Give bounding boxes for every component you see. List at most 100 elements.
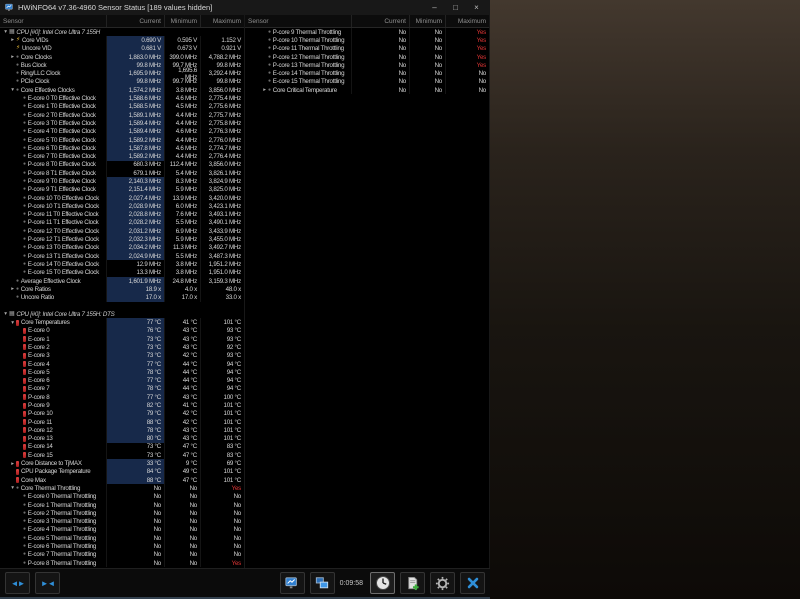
sensor-row[interactable]: ●E-core 14 T0 Effective Clock12.9 MHz3.8… bbox=[0, 260, 244, 268]
sensor-row[interactable]: ▸Core Distance to TjMAX33 °C9 °C69 °C bbox=[0, 459, 244, 467]
sensor-row[interactable]: ●E-core 15 T0 Effective Clock13.3 MHz3.8… bbox=[0, 269, 244, 277]
sensor-row[interactable]: ●P-core 11 Thermal ThrottlingNoNoYes bbox=[245, 45, 489, 53]
sensor-row[interactable]: ●P-core 8 T1 Effective Clock679.1 MHz5.4… bbox=[0, 169, 244, 177]
sensor-row[interactable]: ●P-core 12 Thermal ThrottlingNoNoYes bbox=[245, 53, 489, 61]
close-sensors-button[interactable] bbox=[460, 572, 485, 594]
sensor-row[interactable]: ▾●Core Thermal ThrottlingNoNoYes bbox=[0, 484, 244, 492]
sensor-row[interactable]: E-core 1473 °C47 °C83 °C bbox=[0, 443, 244, 451]
collapse-columns-button[interactable]: ►◄ bbox=[35, 572, 60, 594]
show-main-window-button[interactable] bbox=[280, 572, 305, 594]
chevron-down-icon[interactable]: ▾ bbox=[2, 310, 9, 318]
chevron-right-icon[interactable]: ▸ bbox=[9, 460, 16, 468]
settings-button[interactable] bbox=[430, 572, 455, 594]
logging-clock-button[interactable] bbox=[370, 572, 395, 594]
sensor-row[interactable]: ●E-core 5 T0 Effective Clock1,589.2 MHz4… bbox=[0, 136, 244, 144]
sensor-row[interactable]: ●E-core 3 T0 Effective Clock1,589.4 MHz4… bbox=[0, 119, 244, 127]
column-header-current[interactable]: Current bbox=[351, 15, 409, 27]
sensor-row[interactable]: ▾●Core Effective Clocks1,574.2 MHz3.8 MH… bbox=[0, 86, 244, 94]
sensor-row[interactable]: ●P-core 10 T0 Effective Clock2,027.4 MHz… bbox=[0, 194, 244, 202]
sensor-row[interactable]: ●P-core 10 T1 Effective Clock2,028.9 MHz… bbox=[0, 202, 244, 210]
sensor-row[interactable]: ●E-core 3 Thermal ThrottlingNoNoNo bbox=[0, 518, 244, 526]
minimize-icon[interactable]: – bbox=[426, 1, 443, 15]
column-header-maximum[interactable]: Maximum bbox=[445, 15, 489, 27]
sensor-row[interactable]: E-core 578 °C44 °C94 °C bbox=[0, 368, 244, 376]
expand-columns-button[interactable]: ◄► bbox=[5, 572, 30, 594]
sensor-row[interactable]: ●P-core 8 T0 Effective Clock680.3 MHz112… bbox=[0, 161, 244, 169]
sensor-row[interactable]: ●Bus Clock99.8 MHz99.7 MHz99.8 MHz bbox=[0, 61, 244, 69]
column-header-current[interactable]: Current bbox=[106, 15, 164, 27]
sensor-row[interactable]: ●E-core 1 Thermal ThrottlingNoNoNo bbox=[0, 501, 244, 509]
sensor-row[interactable]: ⚡Uncore VID0.681 V0.673 V0.921 V bbox=[0, 45, 244, 53]
column-header-minimum[interactable]: Minimum bbox=[164, 15, 200, 27]
sensor-row[interactable]: CPU Package Temperature84 °C49 °C101 °C bbox=[0, 468, 244, 476]
sensor-row[interactable]: E-core 1573 °C47 °C83 °C bbox=[0, 451, 244, 459]
sensor-row[interactable]: E-core 173 °C43 °C93 °C bbox=[0, 335, 244, 343]
column-header-sensor[interactable]: Sensor bbox=[0, 15, 106, 27]
sensor-row[interactable]: ●E-core 2 Thermal ThrottlingNoNoNo bbox=[0, 509, 244, 517]
sensor-row[interactable]: ●Ring/LLC Clock1,695.9 MHz1,695.6 MHz3,2… bbox=[0, 69, 244, 77]
sensor-row[interactable]: ▸⚡Core VIDs0.690 V0.595 V1.152 V bbox=[0, 36, 244, 44]
close-icon[interactable]: × bbox=[468, 1, 485, 15]
sensor-row[interactable]: ●P-core 13 Thermal ThrottlingNoNoYes bbox=[245, 61, 489, 69]
sensor-row[interactable]: ▸●Core Ratios18.9 x4.0 x48.0 x bbox=[0, 285, 244, 293]
sensor-row[interactable]: ●E-core 4 T0 Effective Clock1,589.4 MHz4… bbox=[0, 128, 244, 136]
column-header-minimum[interactable]: Minimum bbox=[409, 15, 445, 27]
sensor-row[interactable]: ▾Core Temperatures77 °C41 °C101 °C bbox=[0, 318, 244, 326]
sensor-row[interactable]: ●P-core 13 T1 Effective Clock2,024.9 MHz… bbox=[0, 252, 244, 260]
sensor-row[interactable]: Core Max88 °C47 °C101 °C bbox=[0, 476, 244, 484]
sensor-row[interactable]: ●E-core 7 T0 Effective Clock1,589.2 MHz4… bbox=[0, 152, 244, 160]
sensor-row[interactable]: ●P-core 9 Thermal ThrottlingNoNoYes bbox=[245, 28, 489, 36]
sensor-row[interactable]: ●P-core 9 T0 Effective Clock2,140.3 MHz8… bbox=[0, 177, 244, 185]
sensor-row[interactable]: P-core 1079 °C42 °C101 °C bbox=[0, 410, 244, 418]
chevron-right-icon[interactable]: ▸ bbox=[9, 285, 16, 293]
sensor-row[interactable]: ●E-core 4 Thermal ThrottlingNoNoNo bbox=[0, 526, 244, 534]
sensor-row[interactable]: ●E-core 15 Thermal ThrottlingNoNoNo bbox=[245, 78, 489, 86]
chevron-down-icon[interactable]: ▾ bbox=[9, 86, 16, 94]
sensor-row[interactable]: ●E-core 5 Thermal ThrottlingNoNoNo bbox=[0, 534, 244, 542]
sensor-group-header[interactable]: ▾▦CPU [#0]: Intel Core Ultra 7 155H bbox=[0, 28, 244, 36]
sensor-row[interactable]: ▸●Core Clocks1,883.0 MHz399.0 MHz4,788.2… bbox=[0, 53, 244, 61]
sensor-row[interactable]: ●P-core 10 Thermal ThrottlingNoNoYes bbox=[245, 36, 489, 44]
sensor-row[interactable]: ●P-core 13 T0 Effective Clock2,034.2 MHz… bbox=[0, 244, 244, 252]
sensor-row[interactable]: P-core 1278 °C43 °C101 °C bbox=[0, 426, 244, 434]
sensor-row[interactable]: E-core 677 °C44 °C94 °C bbox=[0, 376, 244, 384]
sensor-row[interactable]: ●P-core 11 T1 Effective Clock2,028.2 MHz… bbox=[0, 219, 244, 227]
sensor-row[interactable]: ●E-core 1 T0 Effective Clock1,588.5 MHz4… bbox=[0, 103, 244, 111]
column-header-sensor[interactable]: Sensor bbox=[245, 15, 351, 27]
sensor-row[interactable]: ●P-core 12 T1 Effective Clock2,032.3 MHz… bbox=[0, 235, 244, 243]
window-titlebar[interactable]: HWiNFO64 v7.36-4960 Sensor Status [189 v… bbox=[0, 0, 490, 15]
sensor-row[interactable]: ●Average Effective Clock1,601.9 MHz24.8 … bbox=[0, 277, 244, 285]
sensor-row[interactable]: ●P-core 8 Thermal ThrottlingNoNoYes bbox=[0, 559, 244, 567]
sensor-row[interactable]: ●P-core 12 T0 Effective Clock2,031.2 MHz… bbox=[0, 227, 244, 235]
sensor-row[interactable]: E-core 076 °C43 °C93 °C bbox=[0, 327, 244, 335]
sensor-row[interactable]: ●E-core 2 T0 Effective Clock1,589.1 MHz4… bbox=[0, 111, 244, 119]
sensor-row[interactable]: ●PCIe Clock99.8 MHz99.7 MHz99.8 MHz bbox=[0, 78, 244, 86]
sensor-row[interactable]: E-core 778 °C44 °C94 °C bbox=[0, 385, 244, 393]
chevron-down-icon[interactable]: ▾ bbox=[9, 484, 16, 492]
sensor-row[interactable]: ▸●Core Critical TemperatureNoNoNo bbox=[245, 86, 489, 94]
report-button[interactable] bbox=[400, 572, 425, 594]
sensor-row[interactable]: ●E-core 6 Thermal ThrottlingNoNoNo bbox=[0, 542, 244, 550]
sensor-row[interactable]: ●P-core 11 T0 Effective Clock2,028.8 MHz… bbox=[0, 211, 244, 219]
chevron-right-icon[interactable]: ▸ bbox=[261, 86, 268, 94]
sensor-row[interactable]: E-core 373 °C42 °C93 °C bbox=[0, 352, 244, 360]
sensor-row[interactable]: E-core 273 °C43 °C92 °C bbox=[0, 343, 244, 351]
sensor-row[interactable]: ●E-core 6 T0 Effective Clock1,587.8 MHz4… bbox=[0, 144, 244, 152]
sensor-row[interactable]: P-core 982 °C41 °C101 °C bbox=[0, 401, 244, 409]
sensor-row[interactable]: P-core 877 °C43 °C100 °C bbox=[0, 393, 244, 401]
sensor-row[interactable]: ●Uncore Ratio17.0 x17.0 x33.0 x bbox=[0, 294, 244, 302]
sensor-row[interactable]: ●E-core 7 Thermal ThrottlingNoNoNo bbox=[0, 551, 244, 559]
column-header-maximum[interactable]: Maximum bbox=[200, 15, 244, 27]
chevron-right-icon[interactable]: ▸ bbox=[9, 36, 16, 44]
sensor-row[interactable]: ●E-core 0 Thermal ThrottlingNoNoNo bbox=[0, 493, 244, 501]
chevron-down-icon[interactable]: ▾ bbox=[9, 319, 16, 327]
sensor-row[interactable]: E-core 477 °C44 °C94 °C bbox=[0, 360, 244, 368]
chevron-down-icon[interactable]: ▾ bbox=[2, 28, 9, 36]
sensor-row[interactable]: ●P-core 9 T1 Effective Clock2,151.4 MHz5… bbox=[0, 186, 244, 194]
sensor-row[interactable]: ●E-core 14 Thermal ThrottlingNoNoNo bbox=[245, 69, 489, 77]
maximize-icon[interactable]: □ bbox=[447, 1, 464, 15]
chevron-right-icon[interactable]: ▸ bbox=[9, 53, 16, 61]
sensor-row[interactable]: ●E-core 0 T0 Effective Clock1,588.6 MHz4… bbox=[0, 94, 244, 102]
sensor-group-header[interactable]: ▾▦CPU [#0]: Intel Core Ultra 7 155H: DTS bbox=[0, 310, 244, 318]
tray-monitors-button[interactable] bbox=[310, 572, 335, 594]
